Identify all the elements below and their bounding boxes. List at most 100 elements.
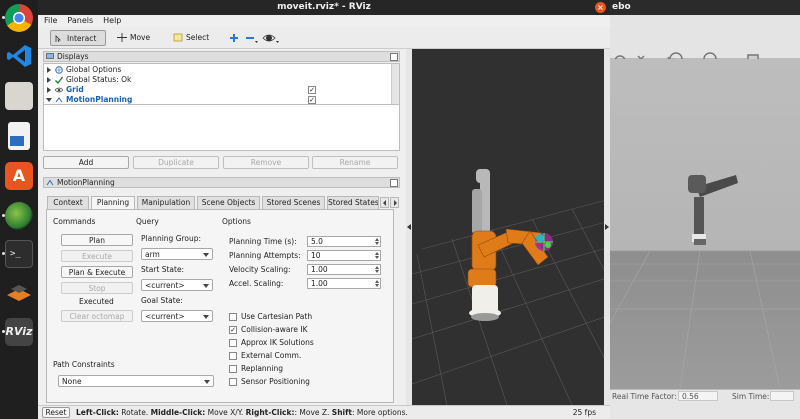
expand-arrow-icon[interactable] (47, 67, 51, 73)
monitor-icon (46, 53, 54, 59)
stop-button[interactable]: Stop (61, 282, 133, 294)
grid-icon (55, 87, 63, 93)
files-icon[interactable] (5, 82, 33, 110)
motionplanning-panel-title: MotionPlanning (43, 177, 400, 188)
layers-app-icon[interactable] (5, 278, 33, 306)
motion-planning-icon (55, 97, 63, 103)
chevron-down-icon (203, 284, 209, 288)
goal-state-select[interactable]: <current> (141, 310, 213, 322)
tab-stored-states[interactable]: Stored States (327, 196, 379, 209)
gazebo-icon[interactable] (5, 202, 33, 230)
replanning-checkbox[interactable]: Replanning (229, 364, 283, 374)
gazebo-3d-view[interactable] (589, 59, 800, 390)
remove-display-button[interactable]: Remove (223, 156, 309, 169)
interact-icon (55, 35, 61, 43)
collapse-right-arrow-icon[interactable] (605, 224, 609, 230)
external-comm-checkbox[interactable]: External Comm. (229, 351, 301, 361)
fps-readout: 25 fps (572, 408, 596, 417)
tab-stored-scenes[interactable]: Stored Scenes (262, 196, 325, 209)
chrome-icon[interactable] (5, 4, 33, 32)
tree-item-global-status[interactable]: Global Status: Ok (44, 75, 389, 85)
tree-item-global-options[interactable]: Global Options (44, 65, 389, 75)
libreoffice-writer-icon[interactable] (8, 122, 30, 150)
tab-manipulation[interactable]: Manipulation (137, 196, 195, 209)
menu-file[interactable]: File (38, 15, 61, 25)
approx-ik-solutions-checkbox[interactable]: Approx IK Solutions (229, 338, 314, 348)
menu-panels[interactable]: Panels (61, 15, 97, 25)
planning-group-select[interactable]: arm (141, 248, 213, 260)
gazebo-toolbar-icons[interactable] (590, 15, 800, 59)
planning-group-label: Planning Group: (141, 234, 202, 243)
planning-attempts-spinbox[interactable]: 10 (307, 250, 381, 261)
expand-arrow-icon[interactable] (47, 77, 51, 83)
toolbar-tool-icons[interactable] (224, 27, 304, 49)
path-constraints-label: Path Constraints (53, 360, 115, 369)
desktop: A >_ RViz ebo Real Time Factor: 0.56 Sim… (0, 0, 800, 419)
motion-planning-icon (46, 179, 54, 186)
reset-button[interactable]: Reset (42, 407, 70, 418)
software-center-icon[interactable]: A (5, 162, 33, 190)
toolbar: Interact Move Camera Select (38, 27, 610, 58)
window-close-icon[interactable]: × (595, 2, 606, 13)
path-constraints-select[interactable]: None (58, 375, 214, 387)
displays-tree[interactable]: Global Options Global Status: Ok Grid ✓ … (43, 63, 400, 105)
plan-and-execute-button[interactable]: Plan & Execute (61, 266, 133, 278)
planning-tab-pane: Commands Plan Execute Plan & Execute Sto… (46, 209, 394, 403)
execute-button[interactable]: Execute (61, 250, 133, 262)
collapse-arrow-icon[interactable] (46, 98, 52, 102)
query-header: Query (136, 217, 159, 226)
ubuntu-dock: A >_ RViz (0, 0, 38, 419)
checkmark-icon (55, 76, 63, 84)
vscode-icon[interactable] (5, 42, 33, 70)
collision-aware-ik-checkbox[interactable]: ✓ Collision-aware IK (229, 325, 308, 335)
plan-button[interactable]: Plan (61, 234, 133, 246)
menu-help[interactable]: Help (97, 15, 125, 25)
sim-time-field (770, 391, 794, 401)
clear-octomap-button[interactable]: Clear octomap (61, 310, 133, 322)
interact-button[interactable]: Interact (50, 30, 106, 46)
displays-close-icon[interactable] (390, 53, 398, 61)
displays-scrollbar[interactable] (391, 64, 399, 104)
execution-status: Executed (79, 297, 114, 306)
rviz-icon[interactable]: RViz (5, 318, 33, 346)
tree-item-motionplanning[interactable]: MotionPlanning ✓ (44, 95, 389, 104)
tab-scene-objects[interactable]: Scene Objects (197, 196, 260, 209)
tab-planning[interactable]: Planning (91, 196, 135, 210)
tab-scroll-left-icon[interactable] (380, 197, 389, 208)
displays-empty-area (43, 105, 400, 151)
tab-scroll-right-icon[interactable] (390, 197, 399, 208)
gazebo-title: ebo (590, 0, 800, 15)
commands-header: Commands (53, 217, 96, 226)
duplicate-display-button[interactable]: Duplicate (133, 156, 219, 169)
accel-scaling-spinbox[interactable]: 1.00 (307, 278, 381, 289)
dock-running-dot (2, 252, 5, 255)
tab-context[interactable]: Context (47, 196, 89, 209)
goal-state-label: Goal State: (141, 296, 183, 305)
rename-display-button[interactable]: Rename (312, 156, 398, 169)
planning-attempts-label: Planning Attempts: (229, 251, 301, 260)
tree-item-grid[interactable]: Grid ✓ (44, 85, 389, 95)
collapse-left-arrow-icon[interactable] (407, 224, 411, 230)
sensor-positioning-checkbox[interactable]: Sensor Positioning (229, 377, 310, 387)
start-state-label: Start State: (141, 265, 185, 274)
planning-time-spinbox[interactable]: 5.0 (307, 236, 381, 247)
dock-running-dot (2, 330, 5, 333)
robot-scene (412, 169, 610, 405)
velocity-scaling-spinbox[interactable]: 1.00 (307, 264, 381, 275)
motionplanning-visible-checkbox[interactable]: ✓ (308, 96, 316, 104)
select-button[interactable]: Select (170, 30, 212, 46)
accel-scaling-label: Accel. Scaling: (229, 279, 284, 288)
motionplanning-close-icon[interactable] (390, 179, 398, 187)
gazebo-statusbar: Real Time Factor: 0.56 Sim Time: (590, 389, 800, 419)
globe-icon (55, 66, 63, 74)
move-camera-button[interactable]: Move Camera (114, 30, 176, 58)
rviz-3d-view[interactable] (412, 49, 610, 405)
terminal-icon[interactable]: >_ (5, 240, 33, 268)
velocity-scaling-label: Velocity Scaling: (229, 265, 291, 274)
grid-visible-checkbox[interactable]: ✓ (308, 86, 316, 94)
start-state-select[interactable]: <current> (141, 279, 213, 291)
sim-time-label: Sim Time: (732, 392, 770, 401)
add-display-button[interactable]: Add (43, 156, 129, 169)
expand-arrow-icon[interactable] (47, 87, 51, 93)
use-cartesian-path-checkbox[interactable]: Use Cartesian Path (229, 312, 312, 322)
